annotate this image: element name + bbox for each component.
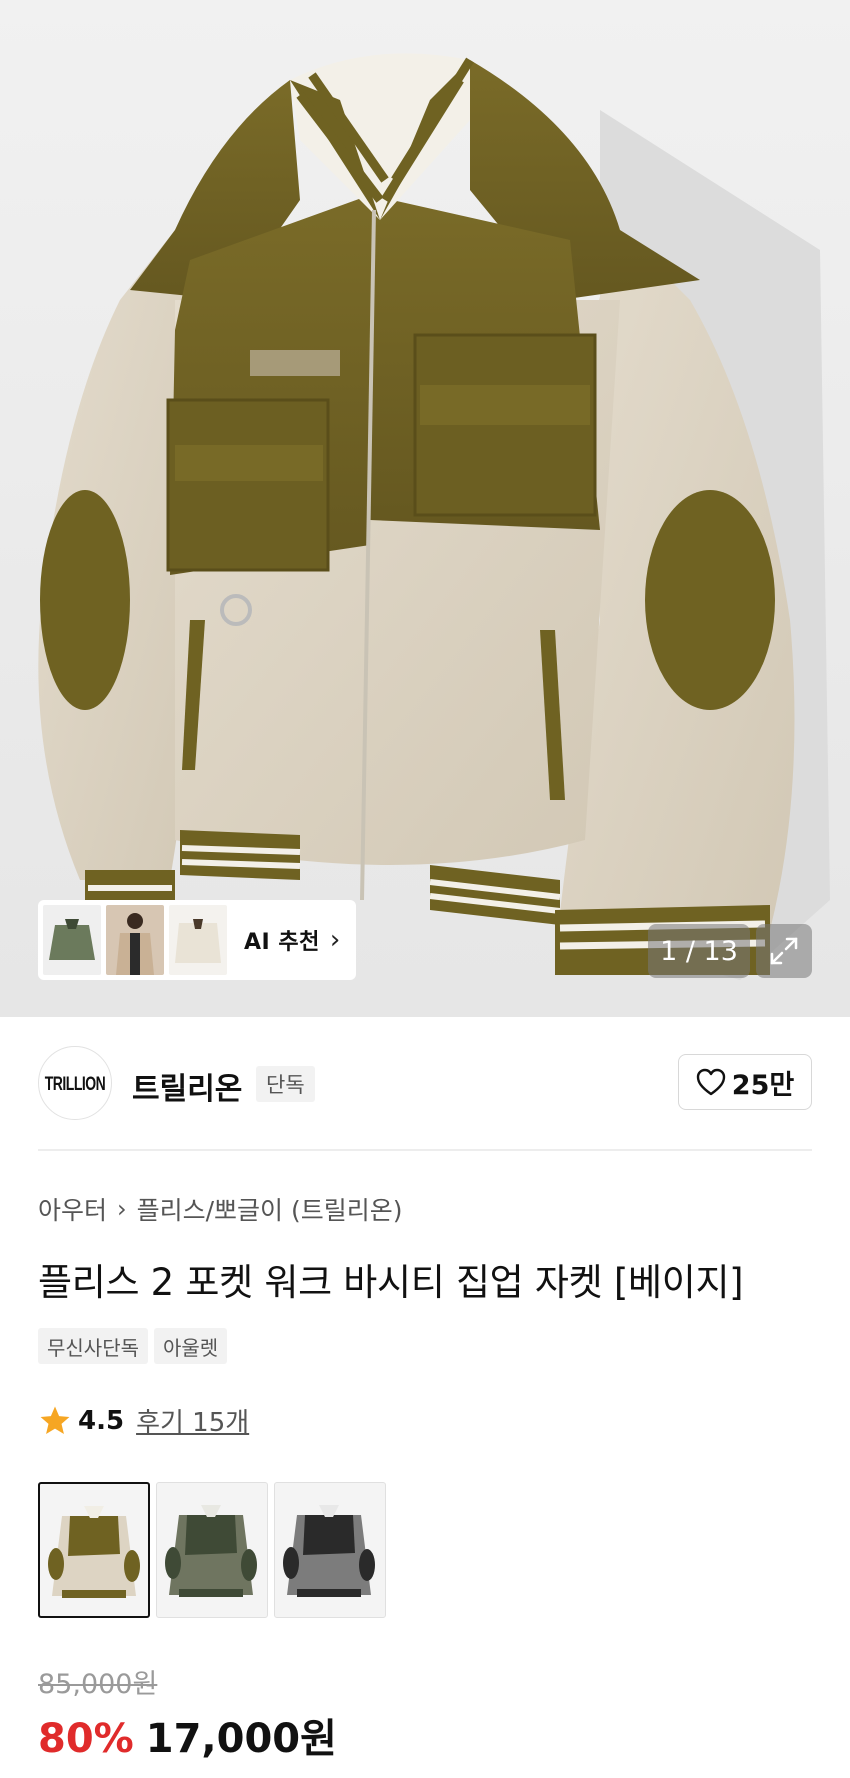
swatch-charcoal[interactable]: [274, 1482, 386, 1618]
image-counter: 1 / 13: [648, 924, 750, 978]
ai-thumb-model[interactable]: [106, 905, 164, 975]
rating-row: 4.5 후기 15개: [38, 1402, 249, 1439]
star-icon: [40, 1406, 70, 1434]
discount-rate: 80%: [38, 1716, 134, 1762]
ai-thumb-green-jacket[interactable]: [43, 905, 101, 975]
ai-recommend-strip[interactable]: AI 추천 ›: [38, 900, 356, 980]
product-photo: [38, 53, 830, 980]
breadcrumb-item-fleece[interactable]: 플리스/뽀글이 (트릴리온): [137, 1191, 403, 1227]
like-count: 25만: [731, 1069, 795, 1101]
expand-icon[interactable]: [756, 924, 812, 978]
brand-logo[interactable]: TRILLION: [38, 1046, 112, 1120]
product-title: 플리스 2 포켓 워크 바시티 집업 자켓 [베이지]: [38, 1261, 744, 1304]
heart-icon: [696, 1068, 725, 1096]
breadcrumb-item-outer[interactable]: 아우터: [38, 1191, 107, 1227]
price-row: 80% 17,000원: [38, 1706, 337, 1764]
tag-musinsa-exclusive: 무신사단독: [38, 1328, 148, 1364]
brand-row: TRILLION 트릴리온 단독 25만: [38, 1046, 812, 1122]
swatch-beige[interactable]: [38, 1482, 150, 1618]
ai-recommend-label[interactable]: AI 추천: [244, 924, 320, 956]
rating-score: 4.5: [78, 1405, 125, 1436]
original-price: 85,000원: [38, 1669, 158, 1700]
product-image-gallery[interactable]: AI 추천 › 1 / 13: [0, 0, 850, 1017]
swatch-khaki[interactable]: [156, 1482, 268, 1618]
divider: [38, 1149, 812, 1151]
breadcrumb: 아우터 › 플리스/뽀글이 (트릴리온): [38, 1191, 403, 1227]
ai-thumb-ivory-jacket[interactable]: [169, 905, 227, 975]
tag-outlet: 아울렛: [154, 1328, 228, 1364]
exclusive-badge: 단독: [256, 1066, 315, 1102]
review-link[interactable]: 후기 15개: [136, 1402, 249, 1439]
product-tags: 무신사단독 아울렛: [38, 1328, 228, 1364]
chevron-right-icon: ›: [329, 925, 341, 955]
brand-name[interactable]: 트릴리온: [132, 1064, 242, 1108]
color-swatches: [38, 1482, 386, 1618]
final-price: 17,000원: [145, 1716, 337, 1762]
chevron-right-icon: ›: [117, 1195, 127, 1223]
like-button[interactable]: 25만: [678, 1054, 812, 1110]
